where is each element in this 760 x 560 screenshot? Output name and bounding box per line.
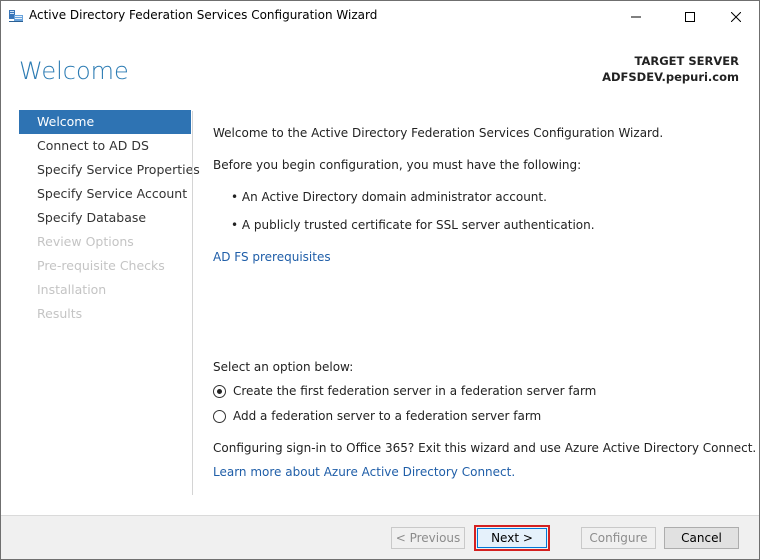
wizard-window: Active Directory Federation Services Con… <box>0 0 760 560</box>
title-bar[interactable]: Active Directory Federation Services Con… <box>1 1 759 31</box>
nav-item-installation: Installation <box>37 282 107 297</box>
nav-divider <box>192 111 193 495</box>
before-text: Before you begin configuration, you must… <box>213 158 582 172</box>
wizard-steps-nav: Welcome Connect to AD DS Specify Service… <box>19 110 200 326</box>
option-label: Create the first federation server in a … <box>233 384 597 398</box>
window-title: Active Directory Federation Services Con… <box>29 8 378 22</box>
minimize-icon <box>631 7 641 26</box>
nav-item-prerequisite-checks: Pre-requisite Checks <box>37 258 165 273</box>
wizard-header: Welcome TARGET SERVER ADFSDEV.pepuri.com <box>1 31 759 99</box>
nav-item-welcome[interactable]: Welcome <box>19 110 191 134</box>
intro-text: Welcome to the Active Directory Federati… <box>213 126 664 140</box>
nav-item-service-account[interactable]: Specify Service Account <box>19 182 191 206</box>
option-label: Add a federation server to a federation … <box>233 409 542 423</box>
maximize-button[interactable] <box>667 1 713 31</box>
maximize-icon <box>685 7 695 26</box>
requirement-item: • An Active Directory domain administrat… <box>231 190 547 204</box>
adfs-wizard-icon <box>8 8 24 24</box>
previous-button[interactable]: < Previous <box>391 527 465 549</box>
ad-fs-prerequisites-link[interactable]: AD FS prerequisites <box>213 250 331 264</box>
target-server-name: ADFSDEV.pepuri.com <box>602 70 739 84</box>
target-server-label: TARGET SERVER <box>634 54 739 68</box>
option-add-server[interactable]: Add a federation server to a federation … <box>213 408 541 424</box>
select-option-label: Select an option below: <box>213 360 354 374</box>
cancel-button[interactable]: Cancel <box>664 527 739 549</box>
nav-item-review-options: Review Options <box>37 234 134 249</box>
minimize-button[interactable] <box>613 1 659 31</box>
nav-item-results: Results <box>37 306 83 321</box>
next-button[interactable]: Next > <box>477 528 547 548</box>
radio-unselected-icon[interactable] <box>213 409 226 423</box>
requirement-item: • A publicly trusted certificate for SSL… <box>231 218 595 232</box>
configure-button[interactable]: Configure <box>581 527 656 549</box>
radio-selected-icon[interactable] <box>213 384 226 398</box>
office-365-text: Configuring sign-in to Office 365? Exit … <box>213 441 757 455</box>
wizard-footer: < Previous Next > Configure Cancel <box>1 515 759 559</box>
nav-item-database[interactable]: Specify Database <box>19 206 191 230</box>
page-title: Welcome <box>19 57 129 85</box>
close-button[interactable] <box>713 1 759 31</box>
nav-item-service-properties[interactable]: Specify Service Properties <box>19 158 200 182</box>
option-create-first-server[interactable]: Create the first federation server in a … <box>213 383 596 399</box>
nav-item-connect-ad-ds[interactable]: Connect to AD DS <box>19 134 191 158</box>
azure-ad-connect-link[interactable]: Learn more about Azure Active Directory … <box>213 465 515 479</box>
close-icon <box>730 7 742 26</box>
